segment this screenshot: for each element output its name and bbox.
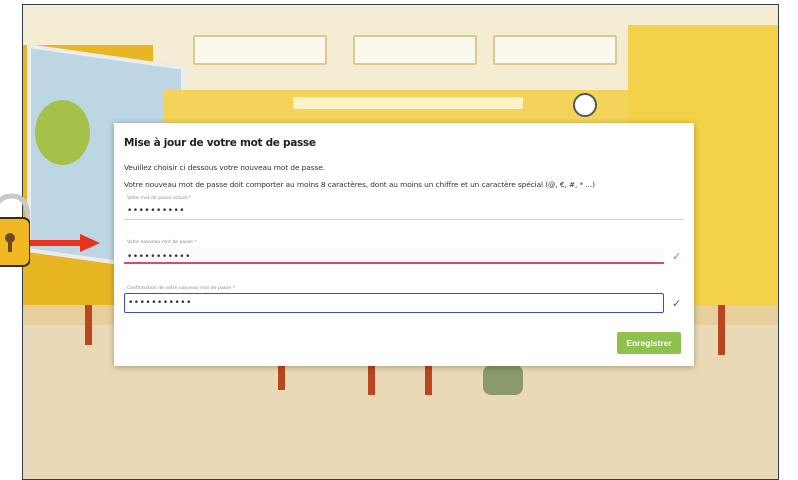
table-leg xyxy=(718,305,725,355)
school-bag xyxy=(483,365,523,395)
padlock-icon xyxy=(0,193,30,267)
tree xyxy=(35,100,90,165)
password-update-dialog: Mise à jour de votre mot de passe Veuill… xyxy=(114,123,694,366)
new-password-label: Votre nouveau mot de passe * xyxy=(127,240,197,245)
wall-clock xyxy=(573,93,597,117)
red-right-arrow-icon xyxy=(30,234,100,252)
save-button[interactable]: Enregistrer xyxy=(617,332,681,354)
current-password-label: Votre mot de passe actuel * xyxy=(127,196,191,201)
confirm-password-value: ••••••••••• xyxy=(128,298,192,308)
alphabet-strip xyxy=(293,97,523,109)
ceiling-light xyxy=(493,35,617,65)
dialog-password-rules: Votre nouveau mot de passe doit comporte… xyxy=(124,180,595,189)
dialog-title: Mise à jour de votre mot de passe xyxy=(124,137,316,149)
dialog-description: Veuillez choisir ci dessous votre nouvea… xyxy=(124,163,325,172)
ceiling-light xyxy=(193,35,327,65)
table-leg xyxy=(85,305,92,345)
check-icon: ✓ xyxy=(672,250,682,263)
new-password-field[interactable]: ••••••••••• xyxy=(124,247,664,264)
ceiling-light xyxy=(353,35,477,65)
confirm-password-field[interactable]: ••••••••••• xyxy=(124,293,664,313)
new-password-value: ••••••••••• xyxy=(127,252,191,262)
confirm-password-label: Confirmation de votre nouveau mot de pas… xyxy=(127,286,236,291)
current-password-field[interactable]: •••••••••• xyxy=(124,203,684,220)
current-password-value: •••••••••• xyxy=(127,206,186,216)
check-icon: ✓ xyxy=(672,297,682,310)
